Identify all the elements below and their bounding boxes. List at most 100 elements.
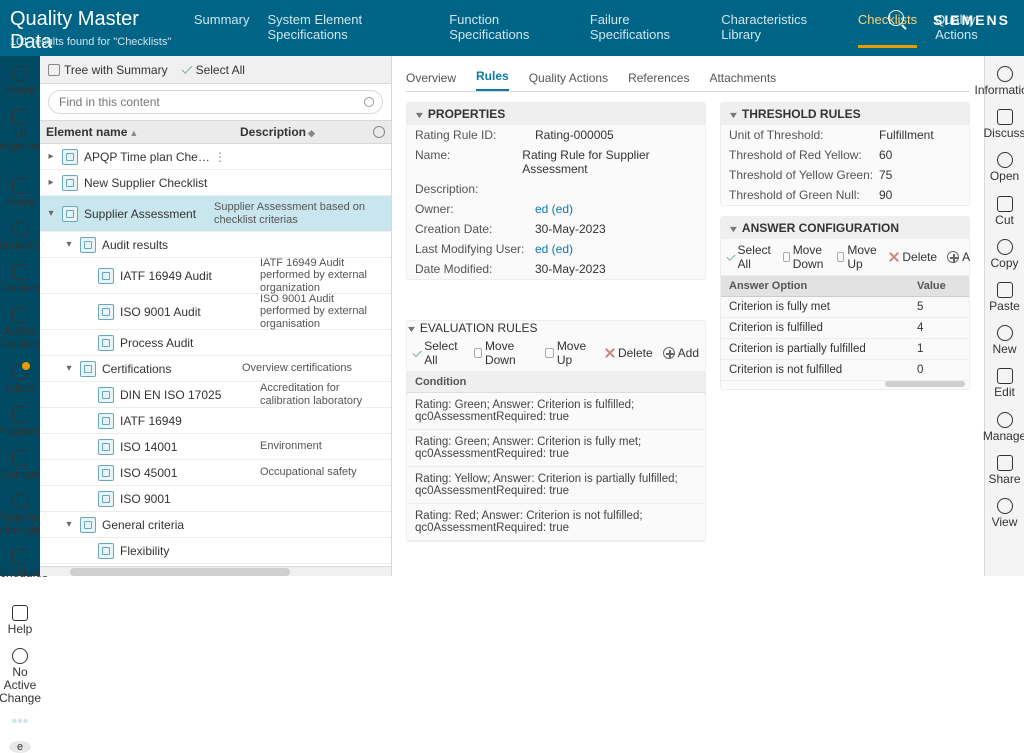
tree-search-input[interactable] xyxy=(57,94,364,110)
app-tab-failure-specifications[interactable]: Failure Specifications xyxy=(590,12,703,48)
caret-icon[interactable]: ▾ xyxy=(46,208,56,219)
action-share[interactable]: Share xyxy=(985,451,1024,490)
caret-icon[interactable]: ▾ xyxy=(64,239,74,250)
ans-add[interactable]: Add xyxy=(947,250,970,264)
tree-node[interactable]: IATF 16949 AuditIATF 16949 Audit perform… xyxy=(40,258,391,294)
user-avatar[interactable]: e xyxy=(9,741,31,753)
tree-node[interactable]: ▾CertificationsOverview certifications xyxy=(40,356,391,382)
nav-home[interactable]: Home xyxy=(0,62,40,101)
tree-node[interactable]: ISO 9001 xyxy=(40,486,391,512)
search-icon[interactable] xyxy=(364,97,374,107)
eval-col-condition[interactable]: Condition xyxy=(407,372,705,393)
evaluation-row[interactable]: Rating: Green; Answer: Criterion is full… xyxy=(407,430,705,467)
answer-h-scrollbar[interactable] xyxy=(721,381,969,389)
ans-col-value[interactable]: Value xyxy=(909,276,969,297)
nav-ui-component-[interactable]: UI Component.. xyxy=(0,105,40,157)
tree-with-summary-toggle[interactable]: Tree with Summary xyxy=(48,63,168,77)
action-new[interactable]: New xyxy=(985,321,1024,360)
nav-help[interactable]: Help xyxy=(0,601,40,640)
nav-folders[interactable]: Folders xyxy=(0,260,40,299)
tree-node[interactable]: ISO 14001Environment xyxy=(40,434,391,460)
tree-node[interactable]: ISO 45001Occupational safety xyxy=(40,460,391,486)
eval-select-all[interactable]: Select All xyxy=(413,339,464,367)
collapse-icon[interactable]: ▼ xyxy=(414,110,426,120)
tree-search-box[interactable] xyxy=(48,90,383,114)
app-tab-system-element-specifications[interactable]: System Element Specifications xyxy=(267,12,431,48)
action-paste[interactable]: Paste xyxy=(985,278,1024,317)
detail-tab-overview[interactable]: Overview xyxy=(406,71,456,91)
sort-icon[interactable]: ▲ xyxy=(129,128,138,138)
evaluation-row[interactable]: Rating: Red; Answer: Criterion is not fu… xyxy=(407,504,705,541)
tree-node[interactable]: Process Audit xyxy=(40,330,391,356)
property-value[interactable]: ed (ed) xyxy=(535,242,573,256)
tree-node[interactable]: Flexibility xyxy=(40,538,391,564)
tree-node[interactable]: ▸APQP Time plan Checklist ⋮ xyxy=(40,144,391,170)
nav-active-folders[interactable]: Active Folders xyxy=(0,303,40,355)
ans-col-option[interactable]: Answer Option xyxy=(721,276,909,297)
nav-inbox[interactable]: Inbox xyxy=(0,360,40,399)
global-search-icon[interactable] xyxy=(888,10,904,26)
action-view[interactable]: View xyxy=(985,494,1024,533)
collapse-icon[interactable]: ▼ xyxy=(406,324,417,334)
action-manage[interactable]: Manage xyxy=(985,408,1024,447)
nav-program-deliverables[interactable]: Program Deliverables xyxy=(0,489,40,541)
caret-icon[interactable]: ▸ xyxy=(46,177,56,188)
tree-node[interactable]: IATF 16949 xyxy=(40,408,391,434)
action-cut[interactable]: Cut xyxy=(985,192,1024,231)
evaluation-row[interactable]: Rating: Green; Answer: Criterion is fulf… xyxy=(407,393,705,430)
nav-changes[interactable]: Changes xyxy=(0,446,40,485)
detail-tab-rules[interactable]: Rules xyxy=(476,69,509,91)
gear-icon[interactable] xyxy=(373,126,385,138)
action-discuss[interactable]: Discuss xyxy=(985,105,1024,144)
ans-delete[interactable]: Delete xyxy=(889,250,937,264)
action-copy[interactable]: Copy xyxy=(985,235,1024,274)
evaluation-row[interactable]: Rating: Yellow; Answer: Criterion is par… xyxy=(407,467,705,504)
tree-node[interactable]: ▾Supplier AssessmentSupplier Assessment … xyxy=(40,196,391,232)
tree-select-all[interactable]: Select All xyxy=(182,63,245,77)
ans-move-down[interactable]: Move Down xyxy=(783,243,827,271)
tree-node[interactable]: ▸New Supplier Checklist xyxy=(40,170,391,196)
property-value[interactable]: ed (ed) xyxy=(535,202,573,216)
app-tab-function-specifications[interactable]: Function Specifications xyxy=(449,12,572,48)
action-information[interactable]: Information xyxy=(985,62,1024,101)
nav-no-active-change[interactable]: No Active Change xyxy=(0,644,40,710)
answer-row[interactable]: Criterion is partially fulfilled1 xyxy=(721,339,969,360)
nav-schedules[interactable]: Schedules xyxy=(0,545,40,584)
app-tab-summary[interactable]: Summary xyxy=(194,12,250,48)
detail-tab-references[interactable]: References xyxy=(628,71,689,91)
collapse-icon[interactable]: ▼ xyxy=(728,224,740,234)
tree-node[interactable]: DIN EN ISO 17025Accreditation for calibr… xyxy=(40,382,391,408)
caret-icon[interactable]: ▸ xyxy=(46,151,56,162)
col-description[interactable]: Description xyxy=(240,125,306,139)
detail-tab-attachments[interactable]: Attachments xyxy=(709,71,776,91)
ans-select-all[interactable]: Select All xyxy=(727,243,773,271)
more-icon[interactable]: ••• xyxy=(12,713,29,731)
scrollbar-thumb[interactable] xyxy=(885,381,965,387)
eval-move-down[interactable]: Move Down xyxy=(474,339,536,367)
detail-tab-quality-actions[interactable]: Quality Actions xyxy=(529,71,608,91)
eval-add[interactable]: Add xyxy=(663,346,699,360)
row-menu-icon[interactable]: ⋮ xyxy=(214,150,226,164)
eval-move-up[interactable]: Move Up xyxy=(545,339,594,367)
sort-icon[interactable]: ◆ xyxy=(308,128,315,138)
caret-icon[interactable]: ▾ xyxy=(64,363,74,374)
action-open[interactable]: Open xyxy=(985,148,1024,187)
scrollbar-thumb[interactable] xyxy=(70,568,290,576)
collapse-icon[interactable]: ▼ xyxy=(728,110,740,120)
tree-node[interactable]: ▾General criteria xyxy=(40,512,391,538)
answer-row[interactable]: Criterion is fulfilled4 xyxy=(721,318,969,339)
nav-discussions[interactable]: Discussions xyxy=(0,217,40,256)
answer-row[interactable]: Criterion is not fulfilled0 xyxy=(721,360,969,381)
nav-programs[interactable]: Programs xyxy=(0,403,40,442)
col-element-name[interactable]: Element name xyxy=(46,125,127,139)
tree-node[interactable]: ISO 9001 AuditISO 9001 Audit performed b… xyxy=(40,294,391,330)
ans-move-up[interactable]: Move Up xyxy=(837,243,879,271)
caret-icon[interactable]: ▾ xyxy=(64,519,74,530)
eval-delete[interactable]: Delete xyxy=(605,346,653,360)
action-edit[interactable]: Edit xyxy=(985,364,1024,403)
tree-h-scrollbar[interactable] xyxy=(40,566,391,576)
app-tab-characteristics-library[interactable]: Characteristics Library xyxy=(721,12,840,48)
answer-row[interactable]: Criterion is fully met5 xyxy=(721,297,969,318)
tree-node[interactable]: ▾Audit results xyxy=(40,232,391,258)
nav-home[interactable]: Home xyxy=(0,174,40,213)
